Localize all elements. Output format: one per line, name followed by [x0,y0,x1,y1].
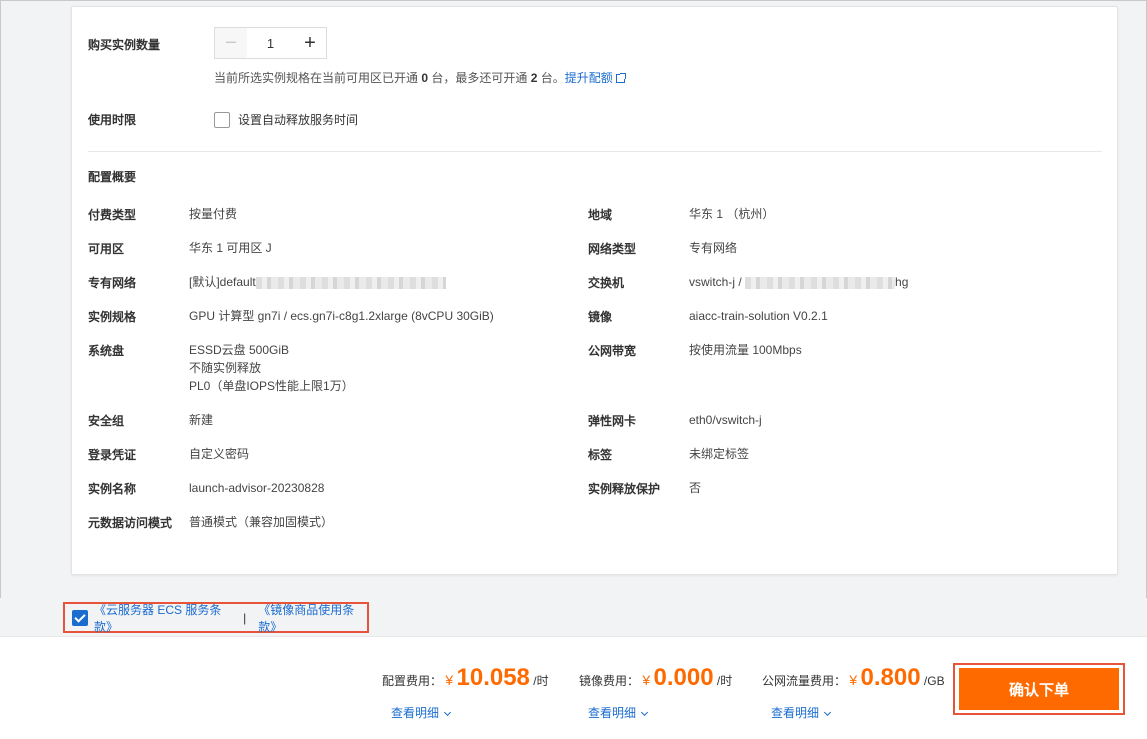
chevron-down-icon [443,708,452,717]
traffic-fee-unit: /GB [923,674,945,688]
image-terms-link[interactable]: 《镜像商品使用条款》 [258,601,367,635]
system-disk-line1: ESSD云盘 500GiB [189,343,290,357]
traffic-fee-detail-text: 查看明细 [771,706,820,720]
quota-hint: 当前所选实例规格在当前可用区已开通 0 台，最多还可开通 2 台。提升配额 [214,69,626,86]
vpc-value: [默认]default [189,273,446,291]
release-protect-key: 实例释放保护 [588,482,661,496]
raise-quota-link[interactable]: 提升配额 [565,71,613,85]
traffic-fee-currency: ¥ [849,672,858,688]
config-fee: 配置费用： ¥ 10.058 /时 [382,664,549,692]
section-divider [88,151,1102,152]
hint-text: 当前所选实例规格在当前可用区已开通 [214,71,422,85]
image-fee-amount: 0.000 [653,664,714,691]
chevron-down-icon [823,708,832,717]
release-protect-value: 否 [689,481,702,495]
config-fee-unit: /时 [533,674,549,688]
terms-agreement: 《云服务器 ECS 服务条款》 | 《镜像商品使用条款》 [63,601,369,635]
system-disk-value: ESSD云盘 500GiB 不随实例释放 PL0（单盘IOPS性能上限1万） [189,341,354,395]
config-fee-label: 配置费用： [382,674,443,688]
traffic-fee-amount: 0.800 [860,664,921,691]
image-fee-detail-link[interactable]: 查看明细 [588,704,649,721]
tags-key: 标签 [588,448,613,462]
config-fee-amount: 10.058 [456,664,530,691]
login-key: 登录凭证 [88,448,137,462]
instance-name-value: launch-advisor-20230828 [189,481,325,495]
system-disk-line3: PL0（单盘IOPS性能上限1万） [189,379,354,393]
config-card: 购买实例数量 − 1 + 当前所选实例规格在当前可用区已开通 0 台，最多还可开… [71,6,1118,575]
network-type-value: 专有网络 [689,241,738,255]
instance-name-key: 实例名称 [88,482,137,496]
bandwidth-value: 按使用流量 100Mbps [689,343,802,357]
traffic-fee-detail-link[interactable]: 查看明细 [771,704,832,721]
quantity-label: 购买实例数量 [88,38,161,52]
instance-type-value: GPU 计算型 gn7i / ecs.gn7i-c8g1.2xlarge (8v… [189,309,494,323]
login-value: 自定义密码 [189,447,250,461]
usage-time-label: 使用时限 [88,113,137,127]
quantity-stepper: − 1 + [214,27,327,59]
region-value: 华东 1 （杭州） [689,207,775,221]
quantity-value[interactable]: 1 [247,28,294,58]
image-fee-label: 镜像费用： [579,674,640,688]
system-disk-key: 系统盘 [88,344,125,358]
confirm-order-button[interactable]: 确认下单 [959,668,1119,710]
security-group-key: 安全组 [88,414,125,428]
hint-text-suffix: 台。 [537,71,565,85]
ecs-terms-link[interactable]: 《云服务器 ECS 服务条款》 [94,601,231,635]
pay-type-value: 按量付费 [189,207,238,221]
auto-release-checkbox[interactable] [214,111,230,128]
traffic-fee-label: 公网流量费用： [762,674,847,688]
image-fee: 镜像费用： ¥ 0.000 /时 [579,664,732,692]
vswitch-suffix: hg [895,275,909,289]
image-fee-currency: ¥ [642,672,651,688]
redacted-vswitch-id [745,276,896,289]
terms-separator: | [243,610,247,625]
chevron-down-icon [640,708,649,717]
tags-value: 未绑定标签 [689,447,750,461]
metadata-mode-key: 元数据访问模式 [88,516,173,530]
security-group-value: 新建 [189,413,214,427]
bandwidth-key: 公网带宽 [588,344,637,358]
image-value: aiacc-train-solution V0.2.1 [689,309,828,323]
image-key: 镜像 [588,310,613,324]
system-disk-line2: 不随实例释放 [189,361,262,375]
instance-type-key: 实例规格 [88,310,137,324]
config-fee-currency: ¥ [445,672,454,688]
image-fee-detail-text: 查看明细 [588,706,637,720]
network-type-key: 网络类型 [588,242,637,256]
region-key: 地域 [588,208,613,222]
vpc-key: 专有网络 [88,276,137,290]
auto-release-label: 设置自动释放服务时间 [238,113,359,127]
traffic-fee: 公网流量费用： ¥ 0.800 /GB [762,664,945,692]
eni-key: 弹性网卡 [588,414,637,428]
hint-text-mid: 台，最多还可开通 [428,71,531,85]
increment-button[interactable]: + [294,28,326,58]
decrement-button[interactable]: − [215,28,247,58]
external-link-icon [615,73,626,83]
redacted-vpc-id [255,276,446,289]
zone-key: 可用区 [88,242,125,256]
terms-checkbox[interactable] [72,609,88,626]
zone-value: 华东 1 可用区 J [189,241,272,255]
config-fee-detail-text: 查看明细 [391,706,440,720]
vswitch-prefix: vswitch-j / [689,275,746,289]
vswitch-value: vswitch-j / hg [689,273,908,291]
metadata-mode-value: 普通模式（兼容加固模式） [189,515,334,529]
pay-type-key: 付费类型 [88,208,137,222]
summary-title: 配置概要 [88,170,137,184]
auto-release-option[interactable]: 设置自动释放服务时间 [214,111,358,128]
eni-value: eth0/vswitch-j [689,413,762,427]
image-fee-unit: /时 [716,674,733,688]
config-fee-detail-link[interactable]: 查看明细 [391,704,452,721]
vpc-name: [默认]default [189,275,256,289]
vswitch-key: 交换机 [588,276,625,290]
